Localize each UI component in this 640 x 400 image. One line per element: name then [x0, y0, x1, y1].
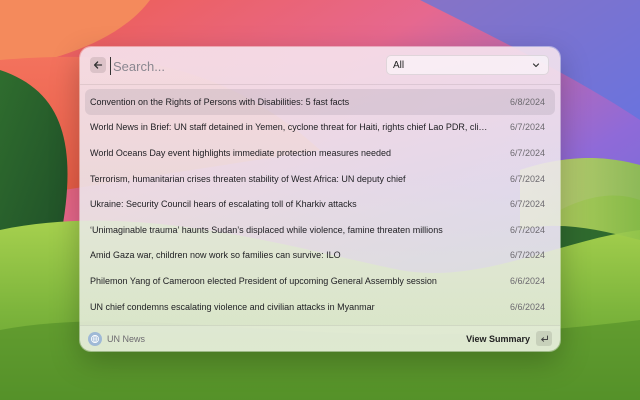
result-date: 6/7/2024: [509, 199, 545, 210]
result-date: 6/7/2024: [509, 122, 545, 133]
search-bar: All: [80, 47, 560, 85]
result-row[interactable]: ‘Unimaginable trauma’ haunts Sudan’s dis…: [85, 217, 555, 243]
result-date: 6/7/2024: [509, 250, 545, 261]
result-date: 6/7/2024: [509, 147, 545, 158]
result-date: 6/7/2024: [509, 173, 545, 184]
filter-selected-value: All: [393, 59, 405, 71]
result-date: 6/6/2024: [509, 301, 545, 312]
result-title: UN chief condemns escalating violence an…: [90, 301, 375, 312]
results-list: Convention on the Rights of Persons with…: [80, 89, 560, 319]
result-row[interactable]: Convention on the Rights of Persons with…: [85, 89, 555, 115]
result-title: Convention on the Rights of Persons with…: [90, 96, 350, 107]
result-row[interactable]: Philemon Yang of Cameroon elected Presid…: [85, 268, 555, 294]
chevron-down-icon: [532, 63, 540, 68]
result-title: Ukraine: Security Council hears of escal…: [90, 199, 357, 210]
filter-select[interactable]: All: [386, 55, 549, 75]
result-row[interactable]: Amid Gaza war, children now work so fami…: [85, 243, 555, 269]
result-row[interactable]: Terrorism, humanitarian crises threaten …: [85, 166, 555, 192]
search-input[interactable]: [110, 57, 350, 75]
result-date: 6/8/2024: [509, 96, 545, 107]
un-globe-icon: [88, 332, 102, 346]
view-summary-button[interactable]: View Summary: [466, 334, 530, 344]
result-title: Terrorism, humanitarian crises threaten …: [90, 173, 406, 184]
result-title: World News in Brief: UN staff detained i…: [90, 122, 493, 133]
result-title: ‘Unimaginable trauma’ haunts Sudan’s dis…: [90, 224, 443, 235]
result-title: World Oceans Day event highlights immedi…: [90, 147, 391, 158]
result-row[interactable]: UN chief condemns escalating violence an…: [85, 294, 555, 320]
result-row[interactable]: Ukraine: Security Council hears of escal…: [85, 191, 555, 217]
source-name: UN News: [107, 334, 146, 344]
arrow-left-icon: [93, 61, 103, 69]
result-date: 6/7/2024: [509, 224, 545, 235]
enter-key-icon[interactable]: [536, 331, 552, 346]
news-search-window: All Convention on the Rights of Persons …: [80, 47, 560, 351]
result-title: Amid Gaza war, children now work so fami…: [90, 250, 341, 261]
result-row[interactable]: World News in Brief: UN staff detained i…: [85, 115, 555, 141]
back-button[interactable]: [90, 57, 106, 73]
footer-bar: UN News View Summary: [80, 325, 560, 351]
result-date: 6/6/2024: [509, 275, 545, 286]
result-row[interactable]: World Oceans Day event highlights immedi…: [85, 140, 555, 166]
result-title: Philemon Yang of Cameroon elected Presid…: [90, 275, 437, 286]
